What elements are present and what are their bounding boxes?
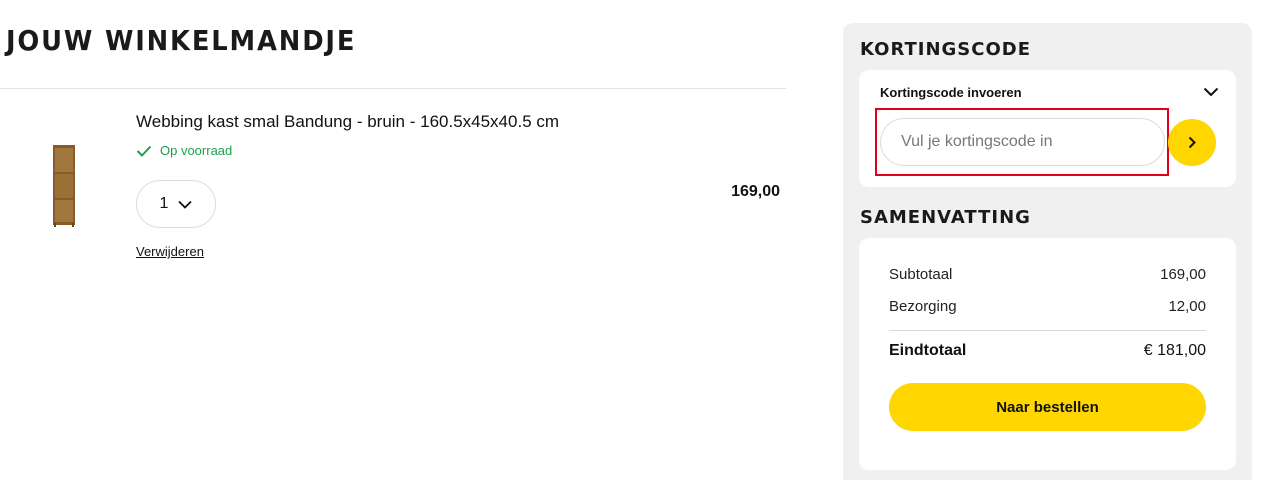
line-price: 169,00 bbox=[731, 183, 780, 200]
chevron-down-icon[interactable] bbox=[1203, 87, 1219, 97]
summary-divider bbox=[889, 330, 1206, 331]
total-value: € 181,00 bbox=[1143, 342, 1206, 359]
subtotal-value: 169,00 bbox=[1160, 266, 1206, 283]
highlight-box bbox=[875, 108, 1169, 176]
coupon-toggle[interactable]: Kortingscode invoeren bbox=[880, 85, 1022, 100]
stock-status-label: Op voorraad bbox=[160, 143, 233, 158]
quantity-select[interactable]: 1 bbox=[136, 180, 216, 228]
summary-heading: SAMENVATTING bbox=[860, 207, 1031, 228]
page-title: JOUW WINKELMANDJE bbox=[6, 24, 357, 57]
shipping-label: Bezorging bbox=[889, 298, 957, 315]
remove-item-link[interactable]: Verwijderen bbox=[136, 244, 204, 259]
chevron-down-icon bbox=[178, 200, 193, 209]
coupon-heading: KORTINGSCODE bbox=[860, 39, 1032, 60]
title-divider bbox=[0, 88, 786, 89]
subtotal-label: Subtotaal bbox=[889, 266, 953, 283]
check-icon bbox=[136, 145, 152, 157]
product-thumbnail[interactable] bbox=[50, 145, 78, 227]
chevron-right-icon bbox=[1188, 136, 1196, 149]
checkout-button[interactable]: Naar bestellen bbox=[889, 383, 1206, 431]
total-label: Eindtotaal bbox=[889, 342, 967, 359]
quantity-value: 1 bbox=[159, 195, 169, 212]
apply-coupon-button[interactable] bbox=[1168, 119, 1216, 166]
shipping-value: 12,00 bbox=[1168, 298, 1206, 315]
product-name[interactable]: Webbing kast smal Bandung - bruin - 160.… bbox=[136, 112, 559, 132]
stock-status: Op voorraad bbox=[136, 143, 232, 158]
